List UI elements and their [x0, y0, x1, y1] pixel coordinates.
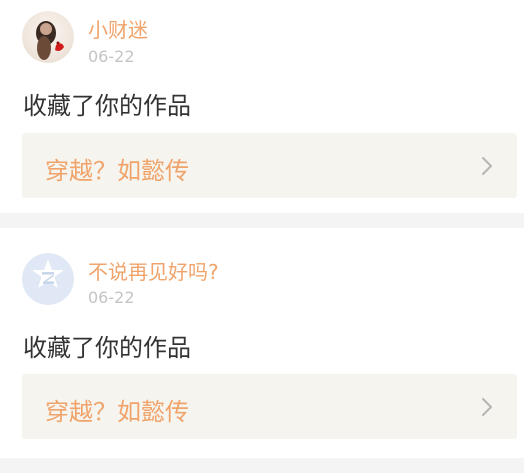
username[interactable]: 小财迷: [88, 14, 148, 43]
chevron-right-icon: [482, 157, 492, 175]
avatar-photo-icon: [22, 11, 74, 63]
work-title: 穿越？如懿传: [45, 157, 189, 185]
user-avatar[interactable]: [22, 253, 74, 305]
card-separator: [0, 458, 524, 473]
user-avatar[interactable]: [22, 11, 74, 63]
action-text: 收藏了你的作品: [23, 334, 191, 362]
username[interactable]: 不说再见好吗?: [88, 256, 219, 285]
work-link[interactable]: 穿越？如懿传: [22, 374, 517, 439]
notification-card: 小财迷 06-22 收藏了你的作品 穿越？如懿传: [0, 0, 524, 213]
work-title: 穿越？如懿传: [45, 398, 189, 426]
timestamp: 06-22: [88, 47, 135, 66]
chevron-right-icon: [482, 398, 492, 416]
timestamp: 06-22: [88, 288, 135, 307]
notification-card: 不说再见好吗? 06-22 收藏了你的作品 穿越？如懿传: [0, 228, 524, 458]
default-avatar-icon: [22, 253, 74, 305]
action-text: 收藏了你的作品: [23, 92, 191, 120]
notification-feed: 小财迷 06-22 收藏了你的作品 穿越？如懿传 不说再见好吗? 06-22 收…: [0, 0, 524, 473]
work-link[interactable]: 穿越？如懿传: [22, 133, 517, 198]
card-separator: [0, 213, 524, 228]
